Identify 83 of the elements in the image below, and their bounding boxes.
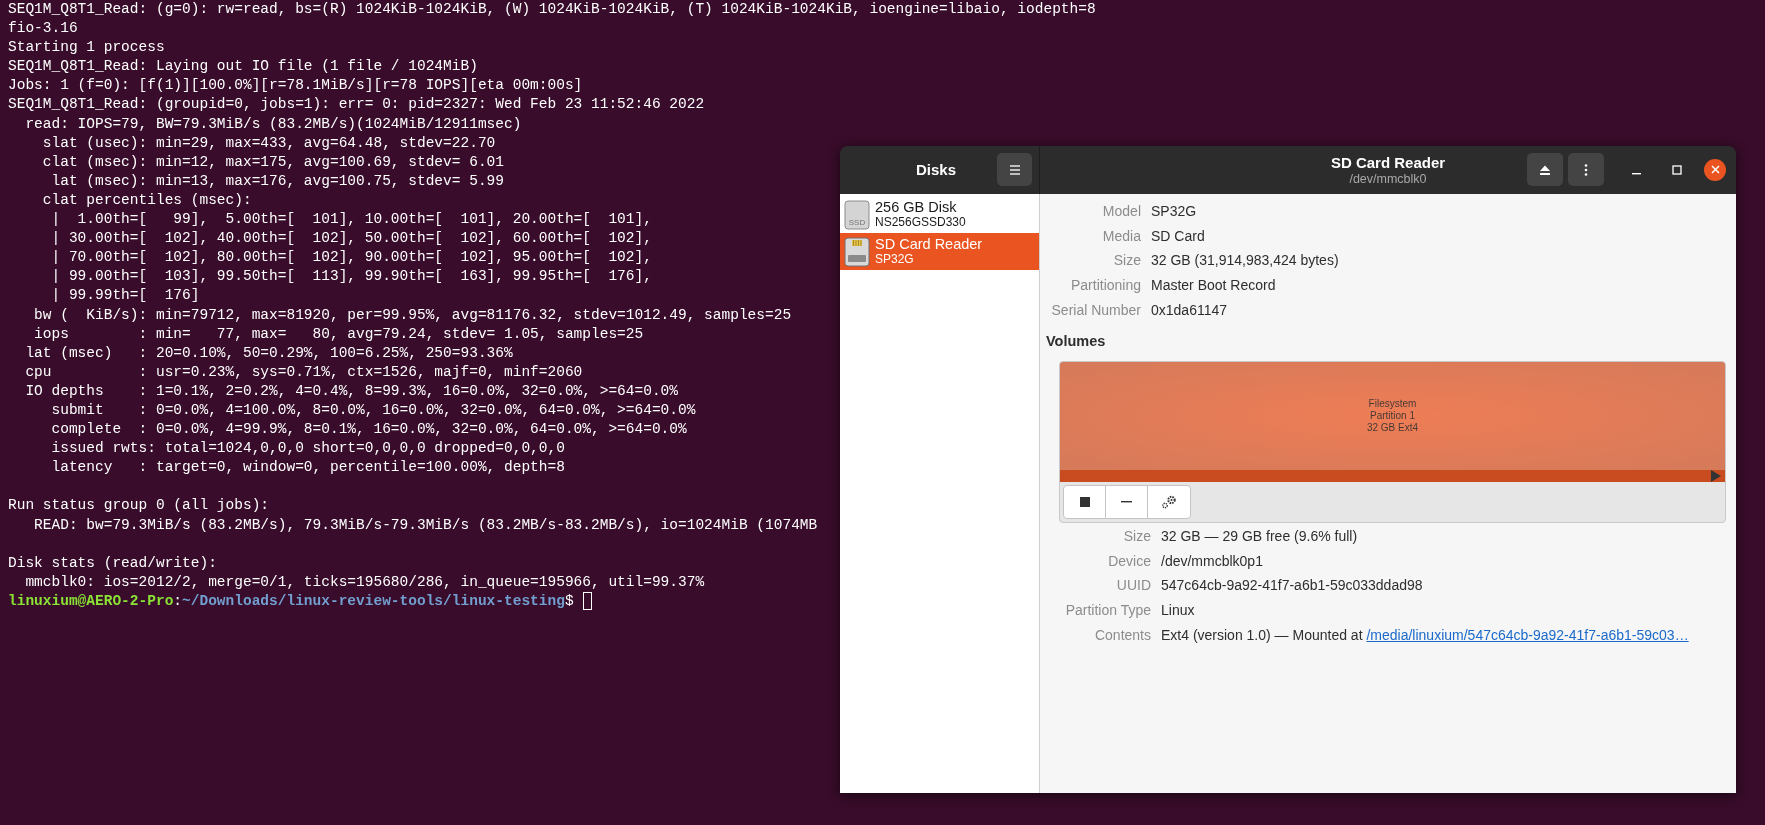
- terminal-line: read: IOPS=79, BW=79.3MiB/s (83.2MB/s)(1024MiB/12911msec): [24, 114, 522, 134]
- terminal-line: | 1.00th=[ 99], 5.00th=[ 101], 10.00th=[ 101], 20.00th=[ 101],: [50, 210, 652, 230]
- drive-model: SP32G: [875, 251, 915, 267]
- drive-name: SD Card Reader: [875, 236, 983, 252]
- partition-info-value: 547c64cb-9a92-41f7-a6b1-59c033ddad98: [1161, 576, 1423, 596]
- terminal-line: slat (usec): min=29, max=433, avg=64.48, stdev=22.70: [41, 133, 496, 153]
- minus-icon: [1121, 501, 1132, 503]
- drive-info-value: 32 GB (31,914,983,424 bytes): [1151, 251, 1339, 271]
- terminal-line: Starting 1 process: [8, 38, 165, 58]
- partition-label: 32 GB Ext4: [1366, 422, 1419, 434]
- terminal-line: | 99.99th=[ 176]: [50, 286, 200, 306]
- terminal-line: iops : min= 77, max= 80, avg=79.24, stdev= 1.05, samples=25: [33, 324, 644, 344]
- partition-info-label: UUID: [1115, 576, 1151, 596]
- terminal-line: IO depths : 1=0.1%, 2=0.2%, 4=0.4%, 8=99.3%, 16=0.0%, 32=0.0%, >=64=0.0%: [24, 381, 678, 401]
- terminal-line: Disk stats (read/write):: [8, 553, 217, 573]
- terminal-line: lat (msec): min=13, max=176, avg=100.75, stdev= 5.99: [50, 171, 504, 191]
- partition-label: Partition 1: [1370, 410, 1415, 422]
- terminal-line: | 99.00th=[ 103], 99.50th=[ 113], 99.90th=[ 163], 99.95th=[ 176],: [50, 267, 652, 287]
- drive-name: 256 GB Disk: [875, 199, 958, 215]
- drive-info-value: 0x1da61147: [1151, 301, 1228, 321]
- drive-item[interactable]: SD Card Reader SP32G: [840, 233, 1039, 270]
- terminal-line: lat (msec) : 20=0.10%, 50=0.29%, 100=6.25%, 250=93.36%: [24, 343, 513, 363]
- close-icon: [1710, 165, 1720, 174]
- terminal-line: clat percentiles (msec):: [41, 190, 252, 210]
- drive-model: NS256GSSD330: [875, 214, 966, 230]
- prompt-path: ~/Downloads/linux-review-tools/linux-testing: [182, 591, 565, 611]
- window-title: SD Card Reader: [1330, 153, 1446, 172]
- drive-info-label: Serial Number: [1050, 301, 1141, 321]
- terminal-line: READ: bw=79.3MiB/s (83.2MB/s), 79.3MiB/s-79.3MiB/s (83.2MB/s-83.2MB/s), io=1024MiB (1074MB: [33, 515, 818, 535]
- partition-info-value: /dev/mmcblk0p1: [1161, 551, 1263, 571]
- prompt-separator: :: [173, 591, 183, 611]
- menu-icon: [1007, 163, 1022, 176]
- terminal-line: fio-3.16: [8, 19, 78, 39]
- drive-info-label: Media: [1101, 226, 1141, 246]
- play-icon: [1711, 470, 1721, 482]
- terminal-line: complete : 0=0.0%, 4=99.9%, 8=0.1%, 16=0.0%, 32=0.0%, 64=0.0%, >=64=0.0%: [50, 420, 687, 440]
- partition-info-value: 32 GB — 29 GB free (9.6% full): [1161, 526, 1358, 546]
- terminal-line: | 70.00th=[ 102], 80.00th=[ 102], 90.00th=[ 102], 95.00th=[ 102],: [50, 248, 652, 268]
- terminal-line: SEQ1M_Q8T1_Read: (groupid=0, jobs=1): err= 0: pid=2327: Wed Feb 23 11:52:46 2022: [8, 95, 705, 115]
- partition-info-label: Contents: [1093, 626, 1151, 646]
- stop-icon: [1079, 497, 1090, 507]
- terminal-line: Run status group 0 (all jobs):: [8, 496, 270, 516]
- terminal-line: latency : target=0, window=0, percentile=100.00%, depth=8: [50, 458, 565, 478]
- terminal-line: SEQ1M_Q8T1_Read: (g=0): rw=read, bs=(R) 1024KiB-1024KiB, (W) 1024KiB-1024KiB, (T) 1024KiB-1024KiB, ioengine=libaio, iodepth=8: [8, 0, 1096, 19]
- partition-block[interactable]: Filesystem Partition 1 32 GB Ext4: [1060, 362, 1725, 470]
- terminal-line: Jobs: 1 (f=0): [f(1)][100.0%][r=78.1MiB/s][r=78 IOPS][eta 00m:00s]: [8, 76, 583, 96]
- terminal-line: mmcblk0: ios=2012/2, merge=0/1, ticks=195680/286, in_queue=195966, util=99.37%: [24, 572, 705, 592]
- terminal-line: bw ( KiB/s): min=79712, max=81920, per=99.95%, avg=81176.32, stdev=1012.49, samples=25: [33, 305, 792, 325]
- partition-info-label: Size: [1122, 526, 1151, 546]
- terminal-line: submit : 0=0.0%, 4=100.0%, 8=0.0%, 16=0.0%, 32=0.0%, 64=0.0%, >=64=0.0%: [50, 400, 696, 420]
- partition-info-label: Device: [1107, 551, 1151, 571]
- menu-button[interactable]: [997, 153, 1032, 186]
- maximize-icon: [1672, 164, 1682, 175]
- close-button[interactable]: [1704, 158, 1726, 181]
- gears-icon: [1161, 495, 1177, 509]
- terminal-line: SEQ1M_Q8T1_Read: Laying out IO file (1 file / 1024MiB): [8, 57, 478, 77]
- eject-button[interactable]: [1527, 153, 1563, 186]
- partition-info-value: Ext4 (version 1.0) — Mounted at: [1161, 626, 1364, 646]
- sd-card-icon: [844, 236, 870, 267]
- prompt-user-host: linuxium@AERO-2-Pro: [8, 591, 174, 611]
- drive-info-value: SP32G: [1151, 201, 1197, 221]
- minimize-icon: [1631, 172, 1641, 175]
- mount-path-link[interactable]: /media/linuxium/547c64cb-9a92-41f7-a6b1-59c03…: [1366, 625, 1689, 647]
- eject-icon: [1539, 163, 1551, 176]
- drive-info-value: SD Card: [1151, 226, 1205, 246]
- terminal-line: | 30.00th=[ 102], 40.00th=[ 102], 50.00th=[ 102], 60.00th=[ 102],: [50, 229, 652, 249]
- partition-label: Filesystem: [1368, 398, 1417, 410]
- volumes-heading: Volumes: [1045, 332, 1107, 351]
- text-cursor: [582, 592, 592, 611]
- sidebar-title: Disks: [916, 159, 957, 180]
- terminal-line: cpu : usr=0.23%, sys=0.71%, ctx=1526, majf=0, minf=2060: [24, 362, 583, 382]
- drive-info-label: Size: [1112, 251, 1141, 271]
- drive-info-value: Master Boot Record: [1151, 276, 1276, 296]
- drive-info-label: Partitioning: [1069, 276, 1141, 296]
- partition-info-value: Linux: [1161, 601, 1195, 621]
- terminal-line: clat (msec): min=12, max=175, avg=100.69, stdev= 6.01: [41, 152, 504, 172]
- partition-info-label: Partition Type: [1064, 601, 1151, 621]
- more-options-icon: [1584, 163, 1588, 176]
- prompt-symbol: $: [564, 591, 574, 611]
- drive-info-label: Model: [1101, 201, 1141, 221]
- window-subtitle: /dev/mmcblk0: [1349, 171, 1427, 187]
- terminal-line: issued rwts: total=1024,0,0,0 short=0,0,0,0 dropped=0,0,0,0: [50, 439, 565, 459]
- drive-icon: SSD: [844, 199, 870, 230]
